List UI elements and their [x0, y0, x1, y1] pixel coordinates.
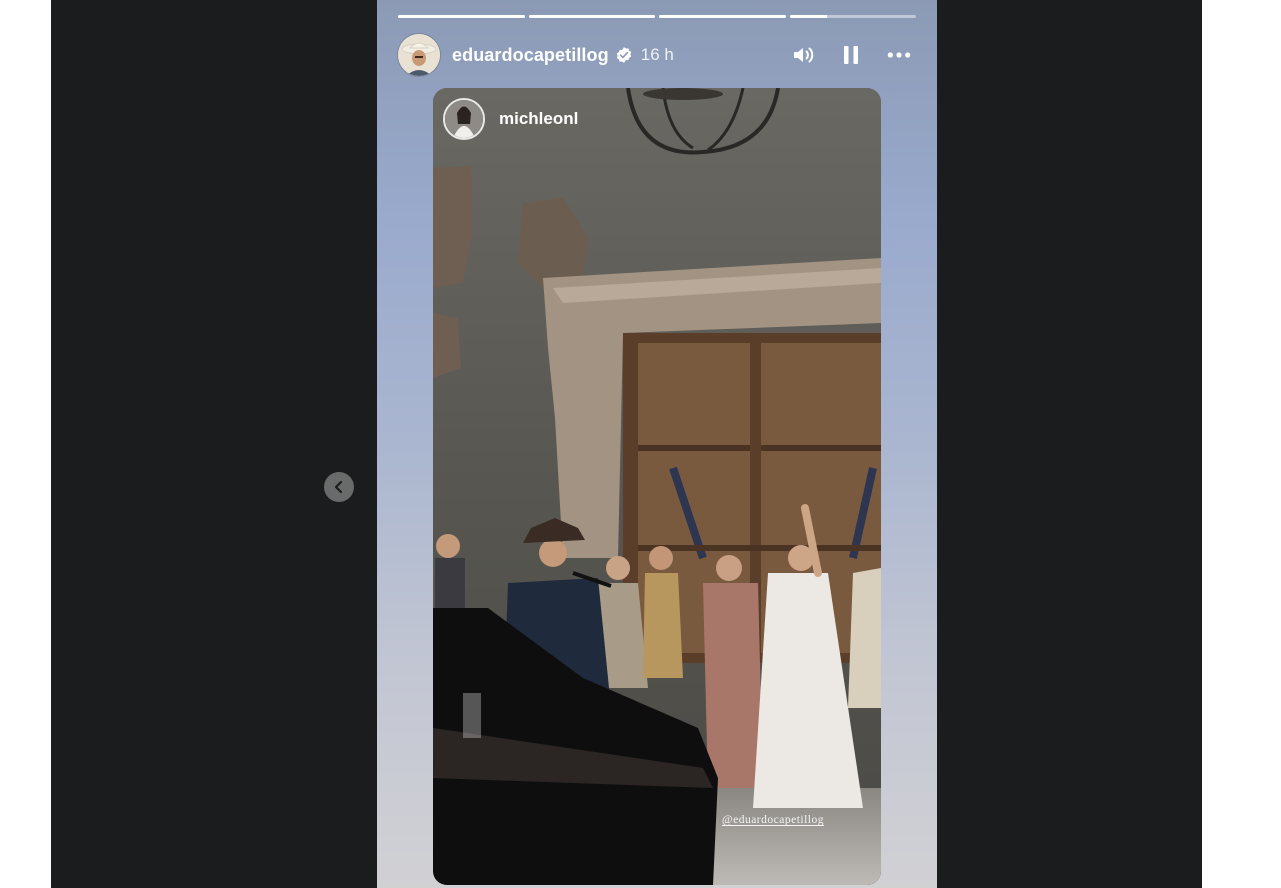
- progress-segment: [659, 15, 786, 18]
- story-progress-bar: [398, 15, 916, 18]
- shared-post-header: michleonl: [443, 98, 578, 140]
- previous-story-button[interactable]: [324, 472, 354, 502]
- progress-segment: [789, 15, 916, 18]
- author-username[interactable]: eduardocapetillog: [452, 45, 609, 66]
- post-timestamp: 16 h: [640, 45, 674, 64]
- pause-icon: [844, 46, 858, 64]
- mention-sticker[interactable]: @eduardocapetillog: [722, 814, 824, 826]
- pause-button[interactable]: [838, 42, 864, 68]
- progress-segment: [528, 15, 655, 18]
- event-photo: [433, 88, 881, 885]
- progress-segment: [398, 15, 525, 18]
- more-options-button[interactable]: [886, 42, 912, 68]
- shared-author-avatar[interactable]: [443, 98, 485, 140]
- story-header: eduardocapetillog 16 h: [398, 33, 916, 77]
- more-options-icon: [887, 52, 911, 58]
- story-card[interactable]: eduardocapetillog 16 h michleonl @eduard…: [377, 0, 937, 888]
- author-avatar[interactable]: [398, 34, 440, 76]
- verified-badge-icon: [616, 47, 631, 63]
- speaker-icon: [794, 47, 814, 63]
- shared-author-username[interactable]: michleonl: [499, 109, 578, 129]
- shared-post-media[interactable]: michleonl @eduardocapetillog: [433, 88, 881, 885]
- chevron-left-icon: [334, 480, 343, 494]
- story-controls: [790, 42, 916, 68]
- mute-button[interactable]: [790, 42, 816, 68]
